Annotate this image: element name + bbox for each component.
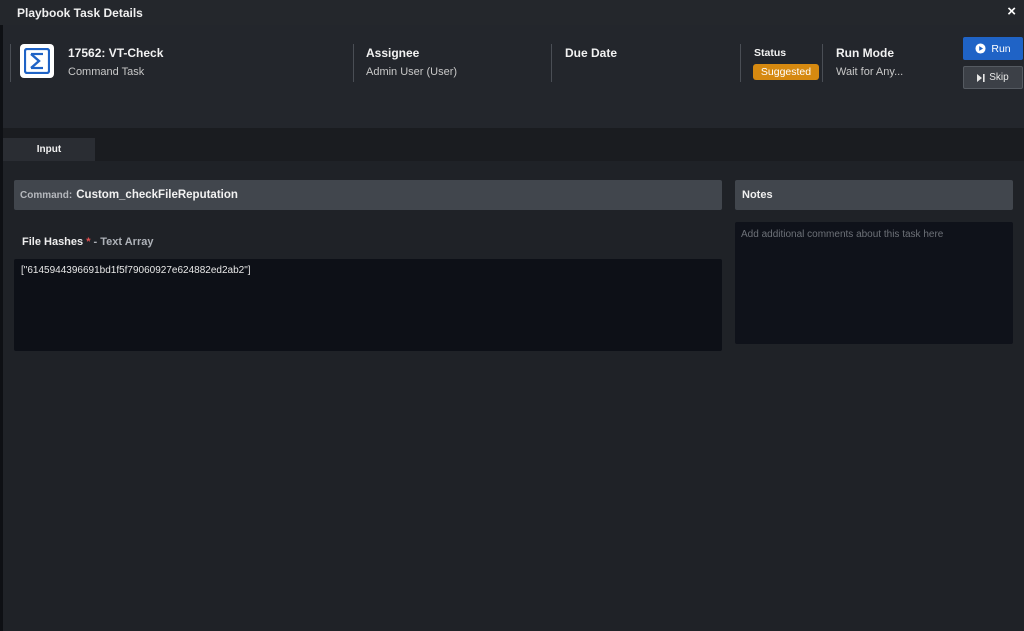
file-hashes-type: - Text Array bbox=[93, 236, 154, 248]
divider bbox=[10, 44, 11, 82]
divider bbox=[353, 44, 354, 82]
run-button-label: Run bbox=[991, 42, 1011, 55]
tab-input[interactable]: Input bbox=[3, 138, 95, 161]
assignee-label: Assignee bbox=[366, 46, 420, 60]
skip-button[interactable]: Skip bbox=[963, 66, 1023, 89]
file-hashes-name: File Hashes bbox=[22, 236, 84, 248]
command-bar: Command: Custom_checkFileReputation bbox=[14, 180, 722, 210]
tab-strip bbox=[3, 128, 1024, 161]
notes-header: Notes bbox=[735, 180, 1013, 210]
command-task-icon bbox=[20, 44, 54, 78]
skip-icon bbox=[977, 73, 985, 82]
run-mode-label: Run Mode bbox=[836, 46, 894, 60]
divider bbox=[551, 44, 552, 82]
divider bbox=[740, 44, 741, 82]
run-button[interactable]: Run bbox=[963, 37, 1023, 60]
file-hashes-label: File Hashes * - Text Array bbox=[22, 236, 153, 248]
status-badge: Suggested bbox=[753, 64, 819, 80]
dialog-title-bar: Playbook Task Details × bbox=[0, 0, 1024, 25]
task-type: Command Task bbox=[68, 66, 145, 78]
task-title: 17562: VT-Check bbox=[68, 46, 164, 60]
notes-label: Notes bbox=[742, 189, 773, 201]
notes-input[interactable]: Add additional comments about this task … bbox=[735, 222, 1013, 344]
assignee-value[interactable]: Admin User (User) bbox=[366, 66, 457, 78]
command-value: Custom_checkFileReputation bbox=[76, 189, 238, 201]
dialog-title: Playbook Task Details bbox=[17, 5, 143, 20]
file-hashes-input[interactable]: ["6145944396691bd1f5f79060927e624882ed2a… bbox=[14, 259, 722, 351]
command-label: Command: bbox=[20, 189, 73, 201]
due-date-label: Due Date bbox=[565, 46, 618, 60]
skip-button-label: Skip bbox=[989, 72, 1009, 83]
status-label: Status bbox=[754, 47, 787, 59]
divider bbox=[822, 44, 823, 82]
play-icon bbox=[975, 43, 986, 54]
close-icon[interactable]: × bbox=[1007, 3, 1016, 20]
required-marker: * bbox=[86, 236, 91, 248]
run-mode-value[interactable]: Wait for Any... bbox=[836, 66, 903, 78]
